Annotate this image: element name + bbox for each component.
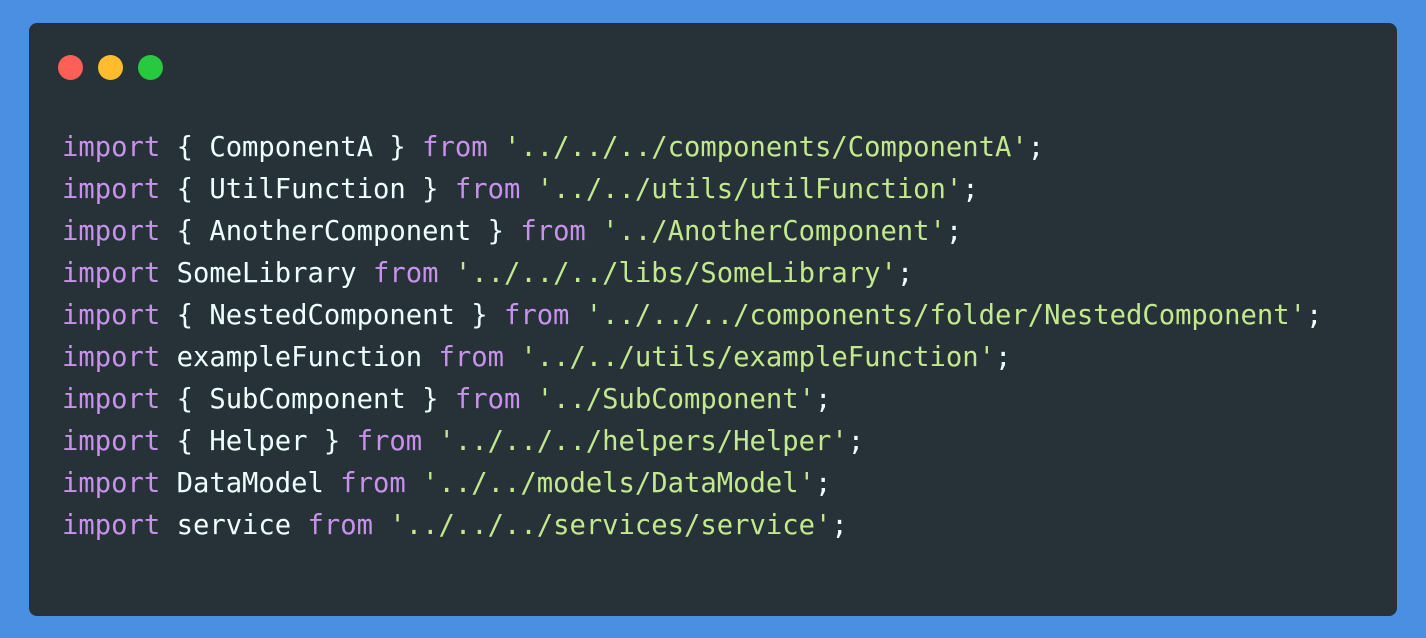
import-path: '../../utils/exampleFunction' <box>503 342 996 373</box>
code-block: import { ComponentA } from '../../../com… <box>62 127 1322 547</box>
code-line-5: import { NestedComponent } from '../../.… <box>62 295 1322 337</box>
maximize-dot-icon[interactable] <box>138 55 163 80</box>
import-specifier: service <box>160 510 308 541</box>
keyword-from: from <box>340 468 406 499</box>
keyword-from: from <box>454 174 521 205</box>
keyword-import: import <box>62 300 161 331</box>
semicolon: ; <box>896 258 914 289</box>
keyword-from: from <box>422 132 488 163</box>
keyword-from: from <box>454 384 521 415</box>
import-specifier: exampleFunction <box>160 342 439 373</box>
keyword-from: from <box>356 426 423 457</box>
code-line-4: import SomeLibrary from '../../../libs/S… <box>62 253 1322 295</box>
import-path: '../SubComponent' <box>520 384 815 415</box>
semicolon: ; <box>1306 300 1323 331</box>
code-line-3: import { AnotherComponent } from '../Ano… <box>62 211 1322 253</box>
keyword-import: import <box>62 384 161 415</box>
import-specifier: { Helper } <box>160 426 357 457</box>
import-path: '../../../components/folder/NestedCompon… <box>569 300 1307 331</box>
keyword-import: import <box>62 468 161 499</box>
import-path: '../../../helpers/Helper' <box>422 426 848 457</box>
import-specifier: { SubComponent } <box>160 384 455 415</box>
import-path: '../../../libs/SomeLibrary' <box>438 258 897 289</box>
keyword-import: import <box>62 510 161 541</box>
code-line-7: import { SubComponent } from '../SubComp… <box>62 379 1322 421</box>
keyword-import: import <box>62 174 161 205</box>
code-window: import { ComponentA } from '../../../com… <box>29 23 1397 616</box>
import-path: '../../utils/utilFunction' <box>520 174 963 205</box>
keyword-import: import <box>62 216 161 247</box>
import-specifier: DataModel <box>160 468 341 499</box>
semicolon: ; <box>1027 132 1045 163</box>
import-specifier: { UtilFunction } <box>160 174 455 205</box>
semicolon: ; <box>847 426 865 457</box>
semicolon: ; <box>831 510 848 541</box>
keyword-import: import <box>62 132 161 163</box>
code-line-6: import exampleFunction from '../../utils… <box>62 337 1322 379</box>
keyword-from: from <box>520 216 586 247</box>
code-line-9: import DataModel from '../../models/Data… <box>62 463 1322 505</box>
keyword-from: from <box>503 300 570 331</box>
import-path: '../../../services/service' <box>373 510 832 541</box>
keyword-from: from <box>373 258 439 289</box>
import-path: '../../models/DataModel' <box>405 468 815 499</box>
code-line-1: import { ComponentA } from '../../../com… <box>62 127 1322 169</box>
semicolon: ; <box>962 174 979 205</box>
code-line-2: import { UtilFunction } from '../../util… <box>62 169 1322 211</box>
import-path: '../AnotherComponent' <box>585 216 946 247</box>
keyword-import: import <box>62 342 161 373</box>
semicolon: ; <box>945 216 963 247</box>
code-line-8: import { Helper } from '../../../helpers… <box>62 421 1322 463</box>
import-path: '../../../components/ComponentA' <box>487 132 1028 163</box>
import-specifier: { NestedComponent } <box>160 300 504 331</box>
code-line-10: import service from '../../../services/s… <box>62 505 1322 547</box>
minimize-dot-icon[interactable] <box>98 55 123 80</box>
keyword-import: import <box>62 426 161 457</box>
keyword-from: from <box>307 510 374 541</box>
import-specifier: { ComponentA } <box>160 132 423 163</box>
semicolon: ; <box>814 384 832 415</box>
import-specifier: SomeLibrary <box>160 258 374 289</box>
import-specifier: { AnotherComponent } <box>160 216 521 247</box>
close-dot-icon[interactable] <box>58 55 83 80</box>
keyword-import: import <box>62 258 161 289</box>
semicolon: ; <box>814 468 832 499</box>
keyword-from: from <box>438 342 504 373</box>
semicolon: ; <box>995 342 1012 373</box>
